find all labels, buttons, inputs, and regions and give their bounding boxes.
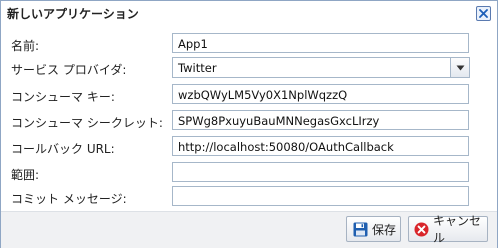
service-provider-row: サービス プロバイダ: Twitter [1,57,497,81]
scope-field[interactable] [172,162,469,182]
callback-url-label: コールバック URL: [11,142,115,156]
consumer-key-label: コンシューマ キー: [11,90,115,104]
scope-row: 範囲: [1,162,497,186]
floppy-disk-icon [352,221,368,237]
service-provider-label: サービス プロバイダ: [11,63,127,77]
consumer-secret-field[interactable]: SPWg8PxuyuBauMNNegasGxcLIrzy [172,110,469,130]
cancel-button-label: キャンセル [433,214,482,245]
consumer-key-row: コンシューマ キー: wzbQWyLM5Vy0X1NplWqzzQ [1,84,497,108]
name-row: 名前: App1 [1,33,497,57]
name-label: 名前: [11,39,40,53]
dialog-title: 新しいアプリケーション [7,7,139,21]
callback-url-row: コールバック URL: http://localhost:50080/OAuth… [1,136,497,160]
save-button[interactable]: 保存 [346,216,401,242]
dialog-titlebar: 新しいアプリケーション [1,1,497,25]
consumer-secret-row: コンシューマ シークレット: SPWg8PxuyuBauMNNegasGxcLI… [1,110,497,134]
commit-message-field[interactable] [172,186,469,206]
save-button-label: 保存 [372,222,397,237]
new-application-dialog: 新しいアプリケーション 名前: App1 サービス プロバイダ: Twitter… [0,0,498,248]
scope-label: 範囲: [11,168,40,182]
service-provider-value: Twitter [178,61,217,75]
close-icon[interactable] [476,6,491,21]
chevron-down-icon[interactable] [450,58,469,77]
name-field[interactable]: App1 [172,33,469,53]
cancel-button[interactable]: キャンセル [408,214,488,245]
commit-message-row: コミット メッセージ: [1,186,497,210]
service-provider-select[interactable]: Twitter [172,57,470,78]
dialog-footer: 保存 キャンセル [1,211,497,248]
commit-message-label: コミット メッセージ: [11,192,127,206]
consumer-key-field[interactable]: wzbQWyLM5Vy0X1NplWqzzQ [172,84,469,104]
cancel-icon [414,221,429,237]
consumer-secret-label: コンシューマ シークレット: [11,116,163,130]
callback-url-field[interactable]: http://localhost:50080/OAuthCallback [172,136,469,156]
